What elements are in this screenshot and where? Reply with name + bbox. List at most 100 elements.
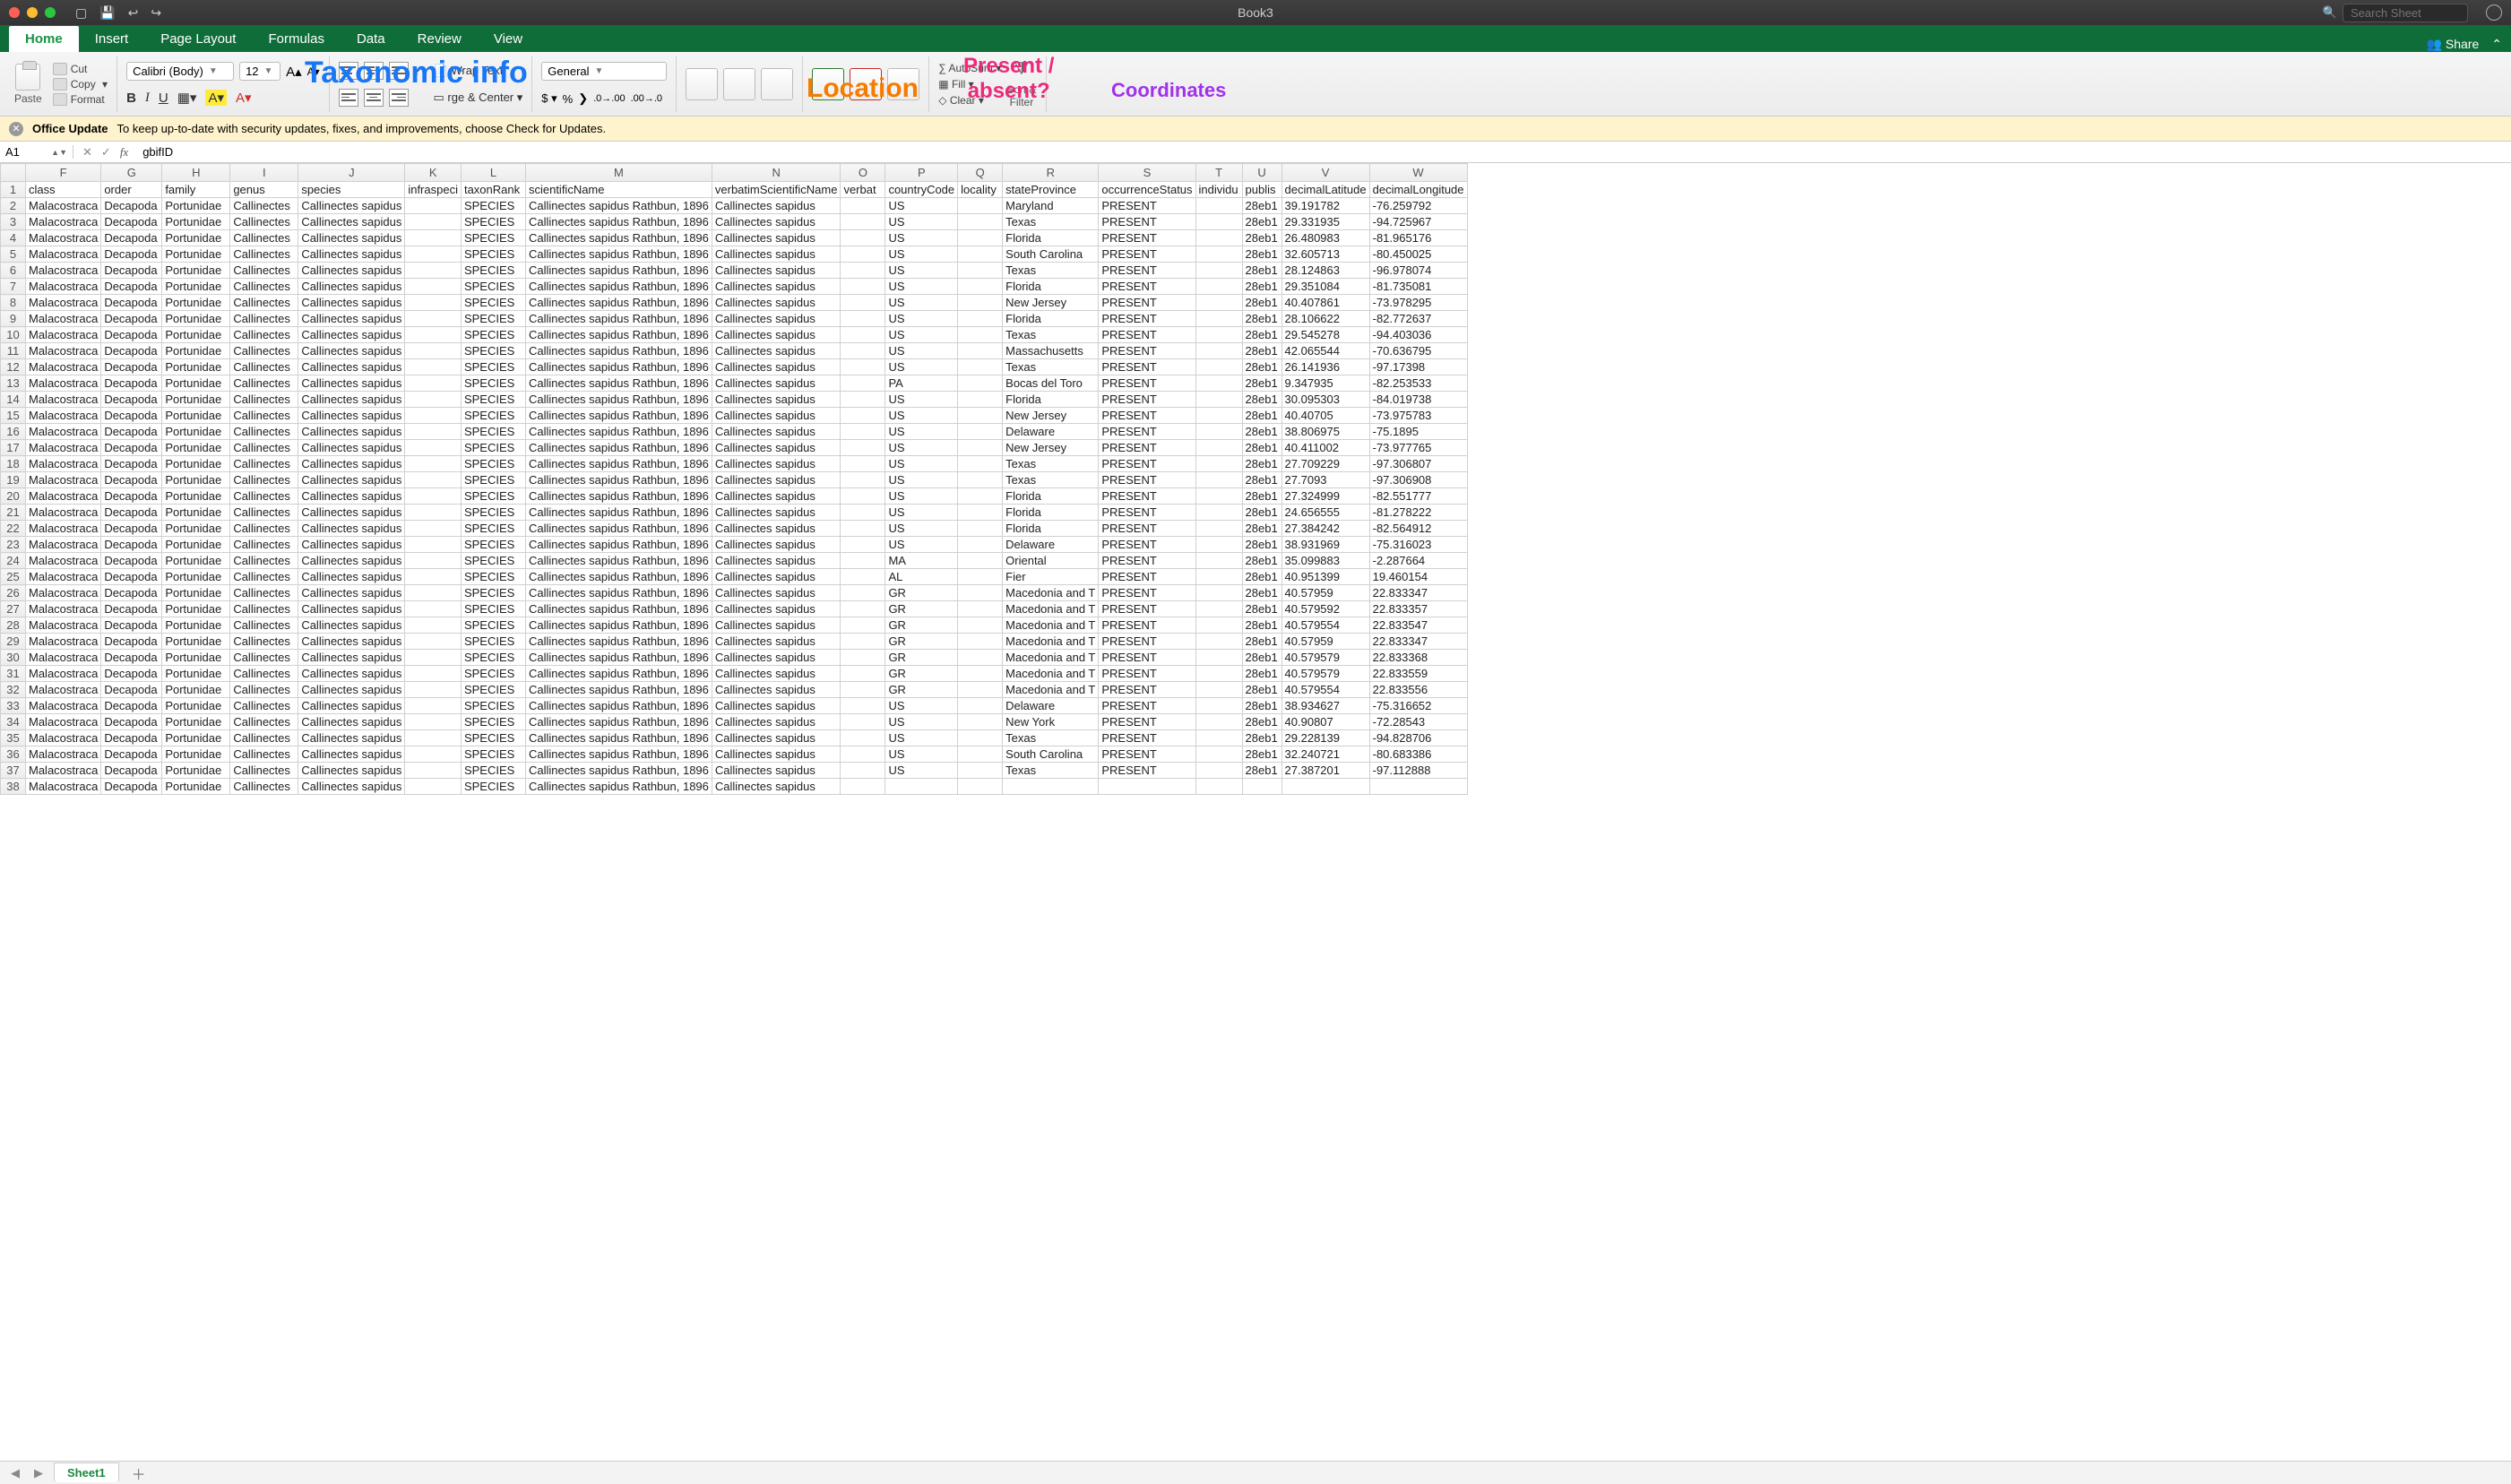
cell[interactable] bbox=[405, 392, 462, 408]
cell[interactable] bbox=[958, 505, 1003, 521]
cell[interactable]: Texas bbox=[1003, 763, 1099, 779]
cell[interactable]: Callinectes sapidus bbox=[712, 505, 841, 521]
cell[interactable]: -97.17398 bbox=[1369, 359, 1467, 375]
cell[interactable]: Callinectes sapidus Rathbun, 1896 bbox=[525, 569, 712, 585]
cell[interactable]: PRESENT bbox=[1099, 392, 1195, 408]
cell[interactable]: Callinectes sapidus Rathbun, 1896 bbox=[525, 730, 712, 746]
cell[interactable]: -73.975783 bbox=[1369, 408, 1467, 424]
cell[interactable]: Portunidae bbox=[162, 763, 230, 779]
cell[interactable] bbox=[841, 408, 885, 424]
cell[interactable]: Portunidae bbox=[162, 359, 230, 375]
cell[interactable]: -81.965176 bbox=[1369, 230, 1467, 246]
cell[interactable]: Callinectes sapidus bbox=[298, 585, 405, 601]
cell[interactable] bbox=[958, 343, 1003, 359]
cell[interactable]: Portunidae bbox=[162, 440, 230, 456]
cell[interactable]: PRESENT bbox=[1099, 295, 1195, 311]
cell[interactable] bbox=[958, 617, 1003, 634]
row-header[interactable]: 10 bbox=[1, 327, 26, 343]
row-header[interactable]: 27 bbox=[1, 601, 26, 617]
cell[interactable] bbox=[885, 779, 958, 795]
cell[interactable] bbox=[405, 634, 462, 650]
cell[interactable]: PRESENT bbox=[1099, 488, 1195, 505]
format-painter-button[interactable]: Format bbox=[53, 93, 108, 106]
cell[interactable]: Portunidae bbox=[162, 730, 230, 746]
cell[interactable] bbox=[958, 311, 1003, 327]
cell[interactable]: 40.579554 bbox=[1281, 617, 1369, 634]
cell[interactable]: Callinectes sapidus bbox=[298, 424, 405, 440]
cell[interactable]: Callinectes sapidus bbox=[712, 408, 841, 424]
cell[interactable]: order bbox=[101, 182, 162, 198]
cell[interactable]: -80.683386 bbox=[1369, 746, 1467, 763]
cell[interactable]: 40.951399 bbox=[1281, 569, 1369, 585]
cell[interactable] bbox=[1195, 343, 1242, 359]
cell[interactable]: PRESENT bbox=[1099, 650, 1195, 666]
cell[interactable]: Oriental bbox=[1003, 553, 1099, 569]
cell[interactable]: US bbox=[885, 198, 958, 214]
cell[interactable]: Decapoda bbox=[101, 295, 162, 311]
cell[interactable] bbox=[841, 198, 885, 214]
cell[interactable]: 28eb1 bbox=[1242, 424, 1281, 440]
cell[interactable]: -73.978295 bbox=[1369, 295, 1467, 311]
row-header[interactable]: 35 bbox=[1, 730, 26, 746]
cell[interactable] bbox=[841, 617, 885, 634]
cell[interactable]: Callinectes sapidus Rathbun, 1896 bbox=[525, 311, 712, 327]
cell[interactable] bbox=[1003, 779, 1099, 795]
cell[interactable] bbox=[405, 198, 462, 214]
cell[interactable]: 40.579579 bbox=[1281, 650, 1369, 666]
cell[interactable]: Decapoda bbox=[101, 730, 162, 746]
cell[interactable] bbox=[841, 779, 885, 795]
cell[interactable] bbox=[405, 456, 462, 472]
cell[interactable]: Callinectes sapidus bbox=[298, 263, 405, 279]
cell[interactable]: PRESENT bbox=[1099, 263, 1195, 279]
cell[interactable]: Decapoda bbox=[101, 553, 162, 569]
cell[interactable]: US bbox=[885, 505, 958, 521]
cell[interactable]: GR bbox=[885, 682, 958, 698]
cell[interactable] bbox=[958, 327, 1003, 343]
cell[interactable] bbox=[1195, 569, 1242, 585]
cell[interactable] bbox=[841, 682, 885, 698]
cell[interactable]: PRESENT bbox=[1099, 763, 1195, 779]
share-button[interactable]: 👥 Share bbox=[2427, 37, 2480, 52]
cell[interactable]: 40.40705 bbox=[1281, 408, 1369, 424]
cell[interactable]: 26.141936 bbox=[1281, 359, 1369, 375]
cell[interactable] bbox=[841, 424, 885, 440]
cell[interactable] bbox=[1195, 505, 1242, 521]
cell[interactable]: Decapoda bbox=[101, 408, 162, 424]
undo-icon[interactable]: ↩︎ bbox=[128, 5, 139, 21]
cell[interactable]: SPECIES bbox=[461, 472, 525, 488]
column-header[interactable]: R bbox=[1003, 164, 1099, 182]
column-header[interactable]: M bbox=[525, 164, 712, 182]
cell[interactable]: Decapoda bbox=[101, 246, 162, 263]
cell[interactable] bbox=[958, 537, 1003, 553]
cell[interactable]: SPECIES bbox=[461, 359, 525, 375]
copy-button[interactable]: Copy ▾ bbox=[53, 78, 108, 91]
cell[interactable]: Callinectes sapidus bbox=[298, 456, 405, 472]
format-table-button[interactable] bbox=[723, 68, 755, 100]
cell[interactable]: Callinectes sapidus bbox=[298, 440, 405, 456]
cell[interactable]: GR bbox=[885, 601, 958, 617]
cell[interactable]: family bbox=[162, 182, 230, 198]
cell[interactable]: Texas bbox=[1003, 214, 1099, 230]
cell[interactable]: Decapoda bbox=[101, 537, 162, 553]
cell[interactable]: Portunidae bbox=[162, 375, 230, 392]
cell[interactable]: Callinectes sapidus bbox=[298, 472, 405, 488]
cell[interactable] bbox=[1195, 375, 1242, 392]
cell[interactable]: Maryland bbox=[1003, 198, 1099, 214]
row-header[interactable]: 6 bbox=[1, 263, 26, 279]
cell[interactable]: Callinectes sapidus bbox=[298, 763, 405, 779]
row-header[interactable]: 3 bbox=[1, 214, 26, 230]
row-header[interactable]: 9 bbox=[1, 311, 26, 327]
cell[interactable]: -73.977765 bbox=[1369, 440, 1467, 456]
cell[interactable]: PRESENT bbox=[1099, 230, 1195, 246]
cell[interactable]: individu bbox=[1195, 182, 1242, 198]
cell[interactable] bbox=[841, 327, 885, 343]
cell[interactable]: Callinectes sapidus Rathbun, 1896 bbox=[525, 650, 712, 666]
cell[interactable] bbox=[1195, 198, 1242, 214]
cell[interactable]: Delaware bbox=[1003, 424, 1099, 440]
column-header[interactable]: W bbox=[1369, 164, 1467, 182]
conditional-format-button[interactable] bbox=[686, 68, 718, 100]
cell[interactable]: Malacostraca bbox=[26, 569, 101, 585]
cell[interactable]: Portunidae bbox=[162, 553, 230, 569]
cell[interactable]: 22.833357 bbox=[1369, 601, 1467, 617]
cell[interactable]: Callinectes sapidus bbox=[298, 746, 405, 763]
